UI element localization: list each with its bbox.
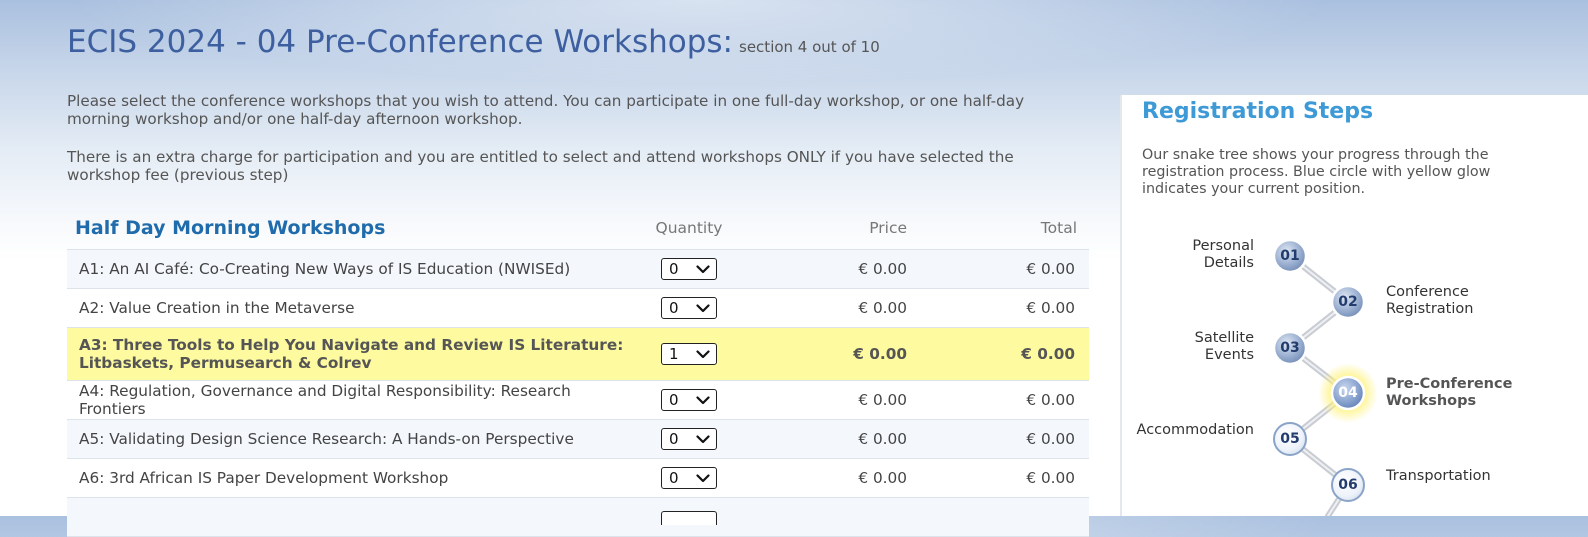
chevron-down-icon bbox=[696, 473, 710, 482]
quantity-select[interactable]: 0 bbox=[661, 297, 717, 319]
step-number-02: 02 bbox=[1338, 294, 1358, 310]
page-title-text: ECIS 2024 - 04 Pre-Conference Workshops: bbox=[67, 24, 734, 60]
price-header: Price bbox=[739, 206, 915, 250]
workshop-name: A6: 3rd African IS Paper Development Wor… bbox=[67, 458, 639, 498]
workshop-price: € 0.00 bbox=[739, 249, 915, 289]
quantity-select[interactable]: 1 bbox=[661, 343, 717, 365]
step-number-01: 01 bbox=[1280, 248, 1300, 264]
workshop-total: € 0.00 bbox=[915, 380, 1089, 420]
quantity-select[interactable]: 0 bbox=[661, 389, 717, 411]
workshop-price: € 0.00 bbox=[739, 419, 915, 459]
table-row-selected: A3: Three Tools to Help You Navigate and… bbox=[67, 327, 1089, 381]
chevron-down-icon bbox=[696, 349, 710, 358]
step-number-05: 05 bbox=[1280, 431, 1300, 447]
step-label-pre-conference-workshops: Pre-Conference Workshops bbox=[1386, 376, 1513, 409]
step-label-transportation[interactable]: Transportation bbox=[1386, 468, 1506, 485]
quantity-header: Quantity bbox=[639, 206, 739, 250]
chevron-down-icon bbox=[696, 434, 710, 443]
workshop-price: € 0.00 bbox=[739, 288, 915, 328]
workshop-total: € 0.00 bbox=[915, 249, 1089, 289]
workshop-name: A1: An AI Café: Co-Creating New Ways of … bbox=[67, 249, 639, 289]
step-label-personal-details[interactable]: Personal Details bbox=[1182, 238, 1254, 272]
table-row-partial bbox=[67, 497, 1089, 537]
step-number-03: 03 bbox=[1280, 340, 1300, 356]
step-label-conference-registration[interactable]: Conference Registration bbox=[1386, 284, 1496, 318]
workshop-total: € 0.00 bbox=[915, 419, 1089, 459]
workshop-name: A5: Validating Design Science Research: … bbox=[67, 419, 639, 459]
workshop-name: A2: Value Creation in the Metaverse bbox=[67, 288, 639, 328]
quantity-value: 0 bbox=[669, 469, 679, 487]
step-label-satellite-events[interactable]: Satellite Events bbox=[1182, 330, 1254, 364]
workshop-total: € 0.00 bbox=[915, 458, 1089, 498]
quantity-value: 0 bbox=[669, 260, 679, 278]
section-title: Half Day Morning Workshops bbox=[67, 206, 639, 250]
quantity-select[interactable]: 0 bbox=[661, 467, 717, 489]
quantity-select[interactable] bbox=[661, 510, 717, 525]
quantity-value: 1 bbox=[669, 345, 679, 363]
intro-text: Please select the conference workshops t… bbox=[67, 92, 1077, 204]
chevron-down-icon bbox=[696, 303, 710, 312]
total-header: Total bbox=[915, 206, 1089, 250]
step-number-06: 06 bbox=[1338, 477, 1358, 493]
quantity-select[interactable]: 0 bbox=[661, 258, 717, 280]
workshop-total: € 0.00 bbox=[915, 327, 1089, 381]
workshop-total: € 0.00 bbox=[915, 288, 1089, 328]
chevron-down-icon bbox=[696, 264, 710, 273]
quantity-value: 0 bbox=[669, 391, 679, 409]
quantity-value: 0 bbox=[669, 430, 679, 448]
page-title: ECIS 2024 - 04 Pre-Conference Workshops:… bbox=[67, 24, 880, 60]
workshop-price: € 0.00 bbox=[739, 380, 915, 420]
step-number-04: 04 bbox=[1338, 385, 1358, 401]
registration-steps-panel: Registration Steps Our snake tree shows … bbox=[1120, 95, 1588, 516]
chevron-down-icon bbox=[696, 395, 710, 404]
table-header: Half Day Morning Workshops Quantity Pric… bbox=[67, 206, 1089, 250]
quantity-select[interactable]: 0 bbox=[661, 428, 717, 450]
table-row: A1: An AI Café: Co-Creating New Ways of … bbox=[67, 249, 1089, 289]
workshops-table: Half Day Morning Workshops Quantity Pric… bbox=[67, 206, 1089, 537]
workshop-name: A3: Three Tools to Help You Navigate and… bbox=[67, 327, 639, 381]
workshop-name: A4: Regulation, Governance and Digital R… bbox=[67, 380, 639, 420]
table-row: A2: Value Creation in the Metaverse 0 € … bbox=[67, 288, 1089, 328]
table-row: A4: Regulation, Governance and Digital R… bbox=[67, 380, 1089, 420]
workshop-price: € 0.00 bbox=[739, 327, 915, 381]
intro-paragraph-2: There is an extra charge for participati… bbox=[67, 148, 1014, 184]
workshop-price: € 0.00 bbox=[739, 458, 915, 498]
section-progress: section 4 out of 10 bbox=[739, 38, 880, 56]
table-row: A6: 3rd African IS Paper Development Wor… bbox=[67, 458, 1089, 498]
intro-paragraph-1: Please select the conference workshops t… bbox=[67, 92, 1025, 128]
step-label-accommodation[interactable]: Accommodation bbox=[1132, 422, 1254, 439]
table-row: A5: Validating Design Science Research: … bbox=[67, 419, 1089, 459]
quantity-value: 0 bbox=[669, 299, 679, 317]
